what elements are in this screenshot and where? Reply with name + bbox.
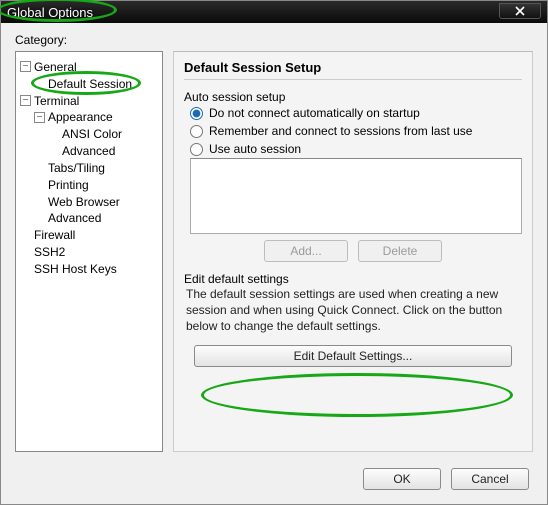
tree-label: Firewall — [34, 228, 75, 242]
close-button[interactable] — [499, 3, 541, 19]
tree-advanced-appearance[interactable]: Advanced — [48, 142, 158, 159]
client-area: Category: −General Default Session −Term… — [1, 23, 547, 504]
dialog-buttons: OK Cancel — [363, 468, 529, 490]
tree-label: Advanced — [48, 211, 101, 225]
tree-ssh2[interactable]: SSH2 — [20, 243, 158, 260]
ok-button[interactable]: OK — [363, 468, 441, 490]
tree-label: ANSI Color — [62, 127, 122, 141]
radio-remember[interactable]: Remember and connect to sessions from la… — [184, 122, 522, 140]
auto-session-buttons: Add... Delete — [184, 240, 522, 262]
layout: −General Default Session −Terminal −Appe… — [15, 51, 533, 452]
tree-ansi-color[interactable]: ANSI Color — [48, 125, 158, 142]
tree-advanced-terminal[interactable]: Advanced — [34, 209, 158, 226]
radio-do-not-connect[interactable]: Do not connect automatically on startup — [184, 104, 522, 122]
edit-default-description: The default session settings are used wh… — [184, 286, 522, 341]
collapse-icon[interactable]: − — [20, 61, 31, 72]
category-label: Category: — [15, 33, 533, 47]
radio-use-auto[interactable]: Use auto session — [184, 140, 522, 158]
tree-label: Web Browser — [48, 194, 120, 208]
edit-default-label: Edit default settings — [184, 272, 522, 286]
radio-label: Remember and connect to sessions from la… — [209, 124, 472, 138]
tree-web-browser[interactable]: Web Browser — [34, 193, 158, 210]
tree-label: Terminal — [34, 93, 79, 107]
edit-default-group: Edit default settings The default sessio… — [184, 272, 522, 367]
cancel-button[interactable]: Cancel — [451, 468, 529, 490]
tree-ssh-host-keys[interactable]: SSH Host Keys — [20, 260, 158, 277]
close-icon — [515, 6, 525, 16]
collapse-icon[interactable]: − — [34, 112, 45, 123]
collapse-icon[interactable]: − — [20, 95, 31, 106]
tree-appearance[interactable]: −Appearance — [34, 108, 158, 125]
titlebar: Global Options — [1, 1, 547, 23]
tree-label: Tabs/Tiling — [48, 161, 105, 175]
tree-terminal[interactable]: −Terminal — [20, 92, 158, 109]
tree-label: SSH Host Keys — [34, 262, 117, 276]
tree-general[interactable]: −General — [20, 58, 158, 75]
dialog-window: Global Options Category: −General Defaul… — [0, 0, 548, 505]
tree-firewall[interactable]: Firewall — [20, 226, 158, 243]
delete-button[interactable]: Delete — [358, 240, 442, 262]
tree-tabs-tiling[interactable]: Tabs/Tiling — [34, 159, 158, 176]
radio-input[interactable] — [190, 107, 203, 120]
tree-printing[interactable]: Printing — [34, 176, 158, 193]
radio-input[interactable] — [190, 125, 203, 138]
edit-default-settings-button[interactable]: Edit Default Settings... — [194, 345, 512, 367]
tree-default-session[interactable]: Default Session — [34, 75, 158, 92]
window-title: Global Options — [7, 5, 93, 20]
tree-label: Advanced — [62, 144, 115, 158]
add-button[interactable]: Add... — [264, 240, 348, 262]
auto-session-group: Auto session setup Do not connect automa… — [184, 90, 522, 262]
panel-title: Default Session Setup — [184, 60, 522, 80]
tree-label: Default Session — [48, 77, 132, 91]
radio-input[interactable] — [190, 143, 203, 156]
tree-label: Printing — [48, 178, 89, 192]
auto-session-label: Auto session setup — [184, 90, 522, 104]
tree-label: General — [34, 60, 77, 74]
settings-panel: Default Session Setup Auto session setup… — [173, 51, 533, 452]
radio-label: Do not connect automatically on startup — [209, 106, 420, 120]
tree-label: SSH2 — [34, 245, 65, 259]
category-tree[interactable]: −General Default Session −Terminal −Appe… — [15, 51, 163, 452]
tree-label: Appearance — [48, 110, 113, 124]
radio-label: Use auto session — [209, 142, 301, 156]
auto-session-list[interactable] — [190, 158, 522, 234]
